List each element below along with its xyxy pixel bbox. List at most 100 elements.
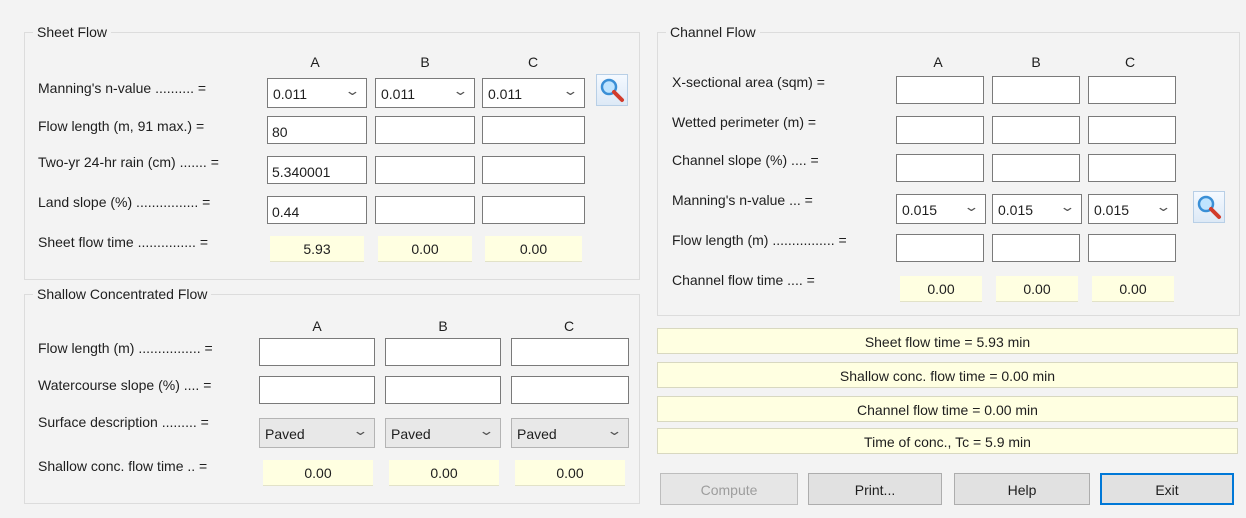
sheet-slope-input-b[interactable] [375,196,475,224]
sheet-rain-input-b[interactable] [375,156,475,184]
chevron-down-icon: ⌄ [606,423,623,438]
sheet-slope-input-a[interactable] [267,196,367,224]
shallow-surface-value-b: Paved [391,426,431,442]
shallow-col-b-header: B [438,318,448,334]
channel-n-value-c: 0.015 [1094,202,1130,218]
sheet-n-value-b: 0.011 [381,86,415,102]
channel-area-input-a[interactable] [896,76,984,104]
channel-length-input-a[interactable] [896,234,984,262]
shallow-surface-select-b[interactable]: Paved ⌄ [385,418,501,448]
chevron-down-icon: ⌄ [344,83,361,98]
sheet-rain-input-a[interactable] [267,156,367,184]
shallow-time-output-c: 0.00 [515,460,625,486]
exit-button[interactable]: Exit [1100,473,1234,505]
sheet-col-a-header: A [310,54,320,70]
channel-perimeter-input-a[interactable] [896,116,984,144]
shallow-length-input-c[interactable] [511,338,629,366]
channel-slope-label: Channel slope (%) .... = [672,152,819,168]
chevron-down-icon: ⌄ [1059,199,1076,214]
sheet-slope-label: Land slope (%) ................ = [38,194,211,210]
sheet-n-value-c: 0.011 [488,86,522,102]
channel-n-lookup-button[interactable] [1193,191,1225,223]
channel-col-b-header: B [1031,54,1041,70]
magnifier-icon [1197,195,1221,219]
sheet-n-value-a: 0.011 [273,86,307,102]
channel-slope-input-a[interactable] [896,154,984,182]
sheet-col-c-header: C [527,54,539,70]
shallow-slope-input-a[interactable] [259,376,375,404]
sheet-time-output-a: 5.93 [270,236,364,262]
channel-col-c-header: C [1124,54,1136,70]
channel-n-value-a: 0.015 [902,202,938,218]
channel-col-a-header: A [933,54,943,70]
channel-length-input-b[interactable] [992,234,1080,262]
chevron-down-icon: ⌄ [452,83,469,98]
shallow-surface-label: Surface description ......... = [38,414,209,430]
sheet-rain-label: Two-yr 24-hr rain (cm) ....... = [38,154,219,170]
shallow-time-label: Shallow conc. flow time .. = [38,458,208,474]
channel-time-output-c: 0.00 [1092,276,1174,302]
shallow-slope-input-b[interactable] [385,376,501,404]
shallow-col-a-header: A [312,318,322,334]
shallow-length-input-a[interactable] [259,338,375,366]
shallow-surface-select-c[interactable]: Paved ⌄ [511,418,629,448]
channel-perimeter-label: Wetted perimeter (m) = [672,114,817,130]
sheet-slope-input-c[interactable] [482,196,585,224]
shallow-surface-select-a[interactable]: Paved ⌄ [259,418,375,448]
sheet-time-output-b: 0.00 [378,236,472,262]
channel-n-value-b: 0.015 [998,202,1034,218]
channel-flow-title: Channel Flow [666,24,760,40]
channel-n-select-c[interactable]: 0.015 ⌄ [1088,194,1178,224]
sheet-n-label: Manning's n-value .......... = [38,80,207,96]
sheet-length-label: Flow length (m, 91 max.) = [38,118,205,134]
sheet-time-output-c: 0.00 [485,236,582,262]
print-button[interactable]: Print... [808,473,942,505]
sheet-length-input-a[interactable] [267,116,367,144]
sheet-flow-time-summary: Sheet flow time = 5.93 min [657,328,1238,354]
channel-time-label: Channel flow time .... = [672,272,815,288]
compute-button[interactable]: Compute [660,473,798,505]
channel-time-output-a: 0.00 [900,276,982,302]
channel-perimeter-input-c[interactable] [1088,116,1176,144]
sheet-time-label: Sheet flow time ............... = [38,234,209,250]
sheet-rain-input-c[interactable] [482,156,585,184]
channel-slope-input-c[interactable] [1088,154,1176,182]
channel-perimeter-input-b[interactable] [992,116,1080,144]
chevron-down-icon: ⌄ [562,83,579,98]
channel-slope-input-b[interactable] [992,154,1080,182]
sheet-length-input-c[interactable] [482,116,585,144]
channel-n-label: Manning's n-value ... = [672,192,813,208]
channel-n-select-b[interactable]: 0.015 ⌄ [992,194,1082,224]
channel-area-input-b[interactable] [992,76,1080,104]
sheet-n-select-b[interactable]: 0.011 ⌄ [375,78,475,108]
help-button[interactable]: Help [954,473,1090,505]
sheet-n-select-c[interactable]: 0.011 ⌄ [482,78,585,108]
shallow-flow-title: Shallow Concentrated Flow [33,286,212,302]
sheet-n-select-a[interactable]: 0.011 ⌄ [267,78,367,108]
sheet-length-input-b[interactable] [375,116,475,144]
sheet-n-lookup-button[interactable] [596,74,628,106]
time-of-concentration-summary: Time of conc., Tc = 5.9 min [657,428,1238,454]
shallow-length-input-b[interactable] [385,338,501,366]
shallow-length-label: Flow length (m) ................ = [38,340,213,356]
channel-time-output-b: 0.00 [996,276,1078,302]
channel-length-input-c[interactable] [1088,234,1176,262]
shallow-flow-time-summary: Shallow conc. flow time = 0.00 min [657,362,1238,388]
channel-area-input-c[interactable] [1088,76,1176,104]
shallow-slope-label: Watercourse slope (%) .... = [38,377,212,393]
shallow-slope-input-c[interactable] [511,376,629,404]
channel-area-label: X-sectional area (sqm) = [672,74,825,90]
chevron-down-icon: ⌄ [963,199,980,214]
shallow-surface-value-a: Paved [265,426,305,442]
sheet-flow-title: Sheet Flow [33,24,112,40]
shallow-surface-value-c: Paved [517,426,557,442]
chevron-down-icon: ⌄ [1155,199,1172,214]
shallow-col-c-header: C [563,318,575,334]
magnifier-icon [600,78,624,102]
channel-length-label: Flow length (m) ................ = [672,232,847,248]
chevron-down-icon: ⌄ [478,423,495,438]
channel-flow-time-summary: Channel flow time = 0.00 min [657,396,1238,422]
channel-n-select-a[interactable]: 0.015 ⌄ [896,194,986,224]
shallow-time-output-b: 0.00 [389,460,499,486]
chevron-down-icon: ⌄ [352,423,369,438]
